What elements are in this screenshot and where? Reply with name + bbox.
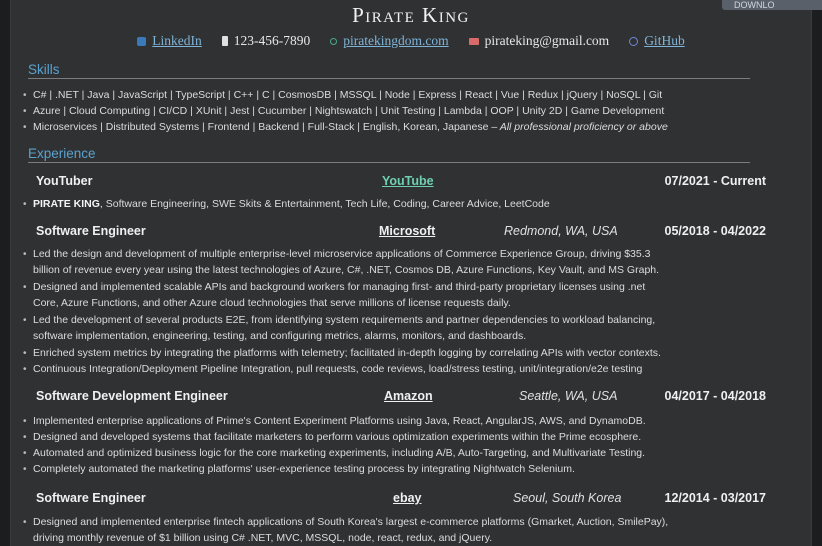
download-chip[interactable]: DOWNLO — [722, 0, 822, 10]
company-link[interactable]: Microsoft — [379, 224, 435, 238]
skills-line-1: C# | .NET | Java | JavaScript | TypeScri… — [23, 88, 662, 103]
resume-page: Pirate King LinkedIn 123-456-7890 pirate… — [11, 0, 811, 546]
company-link[interactable]: YouTube — [382, 174, 434, 188]
job-location: Seattle, WA, USA — [519, 389, 618, 403]
list-item-cont: billion of revenue every year using the … — [33, 263, 659, 278]
job-dates: 05/2018 - 04/2022 — [664, 224, 766, 238]
job-microsoft: Software Engineer Microsoft Redmond, WA,… — [36, 224, 766, 238]
list-item-cont: Core, Azure Functions, and other Azure c… — [33, 297, 511, 309]
phone-item: 123-456-7890 — [221, 33, 311, 49]
skills-line-2: Azure | Cloud Computing | CI/CD | XUnit … — [23, 104, 664, 119]
job-dates: 12/2014 - 03/2017 — [664, 491, 766, 505]
list-item: Continuous Integration/Deployment Pipeli… — [23, 362, 642, 377]
job-dates: 04/2017 - 04/2018 — [664, 389, 766, 403]
list-item: Led the development of several products … — [23, 313, 655, 328]
job-ebay: Software Engineer ebay Seoul, South Kore… — [36, 491, 766, 505]
skills-line-3: Microservices | Distributed Systems | Fr… — [23, 120, 668, 135]
company-link[interactable]: ebay — [393, 491, 422, 505]
phone-icon — [221, 36, 228, 46]
bullet-text: , Software Engineering, SWE Skits & Ente… — [99, 198, 550, 210]
resume-name: Pirate King — [352, 3, 470, 27]
list-item: Completely automated the marketing platf… — [23, 462, 575, 477]
website-item[interactable]: piratekingdom.com — [330, 33, 449, 49]
bullet-text: billion of revenue every year using the … — [33, 264, 660, 276]
phone-text: 123-456-7890 — [233, 33, 311, 48]
list-item-cont: driving monthly revenue of $1 billion us… — [33, 532, 493, 544]
experience-heading: Experience — [28, 146, 750, 163]
globe-icon — [330, 37, 338, 45]
linkedin-icon — [137, 36, 147, 46]
job-title: Software Development Engineer — [36, 389, 228, 403]
website-link[interactable]: piratekingdom.com — [343, 33, 448, 49]
job-title: YouTuber — [36, 174, 93, 188]
list-item-cont: software implementation, engineering, te… — [33, 330, 527, 342]
skills-line-3-italic: All professional proficiency or above — [497, 121, 668, 133]
list-item: Implemented enterprise applications of P… — [23, 414, 646, 429]
email-item: pirateking@gmail.com — [468, 33, 610, 49]
job-title: Software Engineer — [36, 224, 146, 238]
email-text: pirateking@gmail.com — [484, 33, 610, 48]
linkedin-link[interactable]: LinkedIn — [152, 33, 202, 49]
github-icon — [629, 36, 639, 46]
list-item: Designed and developed systems that faci… — [23, 430, 641, 445]
contact-bar: LinkedIn 123-456-7890 piratekingdom.com … — [11, 33, 811, 49]
skills-line-3-text: Microservices | Distributed Systems | Fr… — [33, 121, 498, 133]
job-location: Seoul, South Korea — [513, 491, 622, 505]
list-item: Automated and optimized business logic f… — [23, 446, 645, 461]
bold-text: PIRATE KING — [33, 198, 100, 210]
mail-icon — [468, 37, 479, 45]
github-item[interactable]: GitHub — [629, 33, 685, 49]
job-youtube: YouTuber YouTube 07/2021 - Current — [36, 174, 766, 188]
github-link[interactable]: GitHub — [644, 33, 685, 49]
list-item: Designed and implemented enterprise fint… — [23, 515, 668, 530]
linkedin-item[interactable]: LinkedIn — [137, 33, 202, 49]
company-link[interactable]: Amazon — [384, 389, 433, 403]
job-amazon: Software Development Engineer Amazon Sea… — [36, 389, 766, 403]
skills-heading: Skills — [28, 62, 750, 79]
job-location: Redmond, WA, USA — [504, 224, 618, 238]
job-dates: 07/2021 - Current — [664, 174, 766, 188]
list-item: Enriched system metrics by integrating t… — [23, 346, 661, 361]
list-item: PIRATE KING, Software Engineering, SWE S… — [23, 197, 550, 212]
job-title: Software Engineer — [36, 491, 146, 505]
list-item: Led the design and development of multip… — [23, 247, 650, 262]
list-item: Designed and implemented scalable APIs a… — [23, 280, 645, 295]
